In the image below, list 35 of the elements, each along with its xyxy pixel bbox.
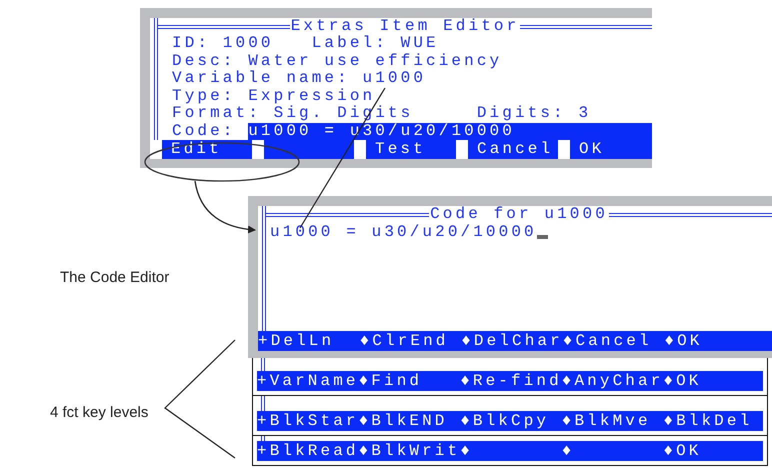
function-key-label[interactable]: ♦Re-find (460, 371, 562, 391)
function-key-label[interactable]: ♦Find (358, 371, 460, 391)
function-key-label[interactable]: ♦ (562, 441, 664, 461)
window-title: Code for u1000 (429, 206, 609, 222)
function-key-label[interactable]: +DelLn (258, 331, 360, 351)
menu-button[interactable]: Cancel (468, 140, 558, 158)
function-key-label[interactable]: ♦BlkEND (358, 411, 460, 431)
function-key-label[interactable]: ♦OK (663, 441, 765, 461)
field-text: Variable name: u1000 (172, 70, 428, 88)
blank-button[interactable] (264, 140, 354, 158)
function-key-label[interactable]: +BlkRead (257, 441, 359, 461)
function-key-label[interactable]: ♦Cancel (562, 331, 664, 351)
function-key-label[interactable]: ♦ (460, 441, 562, 461)
field-text: ID: 1000 Label: WUE (172, 35, 440, 52)
function-key-label[interactable]: ♦BlkDel (663, 411, 765, 431)
pointer-arrow (194, 180, 256, 234)
window-title: Extras Item Editor (290, 18, 520, 34)
field-label: Code: (172, 122, 237, 140)
function-key-label[interactable]: +BlkStar (257, 411, 359, 431)
function-key-label[interactable]: ♦DelChar (461, 331, 563, 351)
function-key-label[interactable]: ♦OK (663, 371, 765, 391)
caption-text: The Code Editor (59, 268, 170, 286)
function-key-label[interactable]: ♦BlkMve (562, 411, 664, 431)
function-key-label[interactable]: +VarName (257, 371, 359, 391)
code-text[interactable]: u1000 = u30/u20/10000 (270, 222, 537, 242)
function-key-label[interactable]: ♦ClrEnd (360, 331, 462, 351)
menu-button[interactable]: OK (570, 140, 652, 158)
menu-button[interactable]: Test (366, 140, 456, 158)
field-text: Desc: Water use efficiency (172, 52, 504, 70)
function-key-label[interactable]: ♦OK (664, 331, 766, 351)
function-key-label[interactable]: ♦BlkWrit (358, 441, 460, 461)
field-text: Type: Expression (172, 88, 376, 105)
function-key-label[interactable]: ♦BlkCpy (460, 411, 562, 431)
function-key-label[interactable]: ♦AnyChar (562, 371, 664, 391)
caption-text: 4 fct key levels (49, 404, 148, 420)
